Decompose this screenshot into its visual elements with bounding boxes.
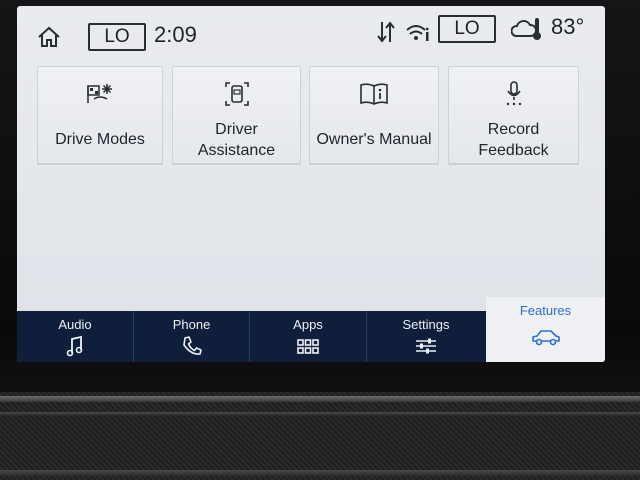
- music-note-icon: [66, 335, 83, 357]
- clock: 2:09: [154, 22, 197, 47]
- tile-label-line1: Record: [487, 121, 540, 138]
- tile-label-line2: Feedback: [478, 142, 549, 159]
- trim-edge-bottom: [0, 470, 640, 476]
- phone-icon: [182, 336, 202, 355]
- drive-modes-icon: [87, 84, 112, 103]
- nav-apps[interactable]: Apps: [250, 311, 367, 362]
- dashboard-trim: [0, 392, 640, 480]
- apps-grid-icon: [297, 339, 319, 354]
- bottom-nav: Audio Phone Apps Settings Features: [17, 297, 605, 362]
- status-bar: LO 2:09 LO 83°: [17, 6, 605, 58]
- nav-label: Features: [519, 303, 572, 318]
- tile-label: Owner's Manual: [316, 131, 432, 148]
- tile-record-feedback[interactable]: Record Feedback: [448, 66, 579, 164]
- tile-drive-modes[interactable]: Drive Modes: [37, 66, 163, 164]
- microphone-icon: [506, 81, 521, 106]
- cloud-thermometer-icon: [511, 18, 541, 40]
- outside-temperature: 83°: [551, 14, 585, 39]
- owners-manual-icon: [360, 83, 388, 105]
- driver-assistance-icon: [224, 82, 249, 106]
- nav-features[interactable]: Features: [486, 297, 605, 362]
- nav-label: Settings: [402, 317, 450, 332]
- tile-label-line1: Driver: [215, 121, 258, 138]
- sliders-icon: [416, 338, 436, 354]
- nav-audio[interactable]: Audio: [17, 311, 134, 362]
- nav-settings[interactable]: Settings: [367, 311, 485, 362]
- climate-left-temp[interactable]: LO: [88, 23, 146, 51]
- nav-phone[interactable]: Phone: [134, 311, 250, 362]
- car-icon: [531, 330, 560, 346]
- data-sync-icon: [377, 21, 395, 43]
- trim-edge-lower: [0, 412, 640, 416]
- tile-label: Drive Modes: [55, 131, 145, 148]
- tile-label-line2: Assistance: [197, 142, 276, 159]
- tile-owners-manual[interactable]: Owner's Manual: [309, 66, 439, 164]
- home-icon[interactable]: [37, 26, 61, 48]
- trim-edge: [0, 396, 640, 402]
- nav-label: Apps: [293, 317, 323, 332]
- infotainment-screen: LO 2:09 LO 83° Drive Modes Driver Assist…: [17, 6, 605, 362]
- climate-right-temp[interactable]: LO: [438, 15, 496, 43]
- nav-label: Audio: [58, 317, 92, 332]
- nav-label: Phone: [172, 317, 211, 332]
- wifi-icon: [406, 25, 429, 41]
- tile-driver-assistance[interactable]: Driver Assistance: [172, 66, 301, 164]
